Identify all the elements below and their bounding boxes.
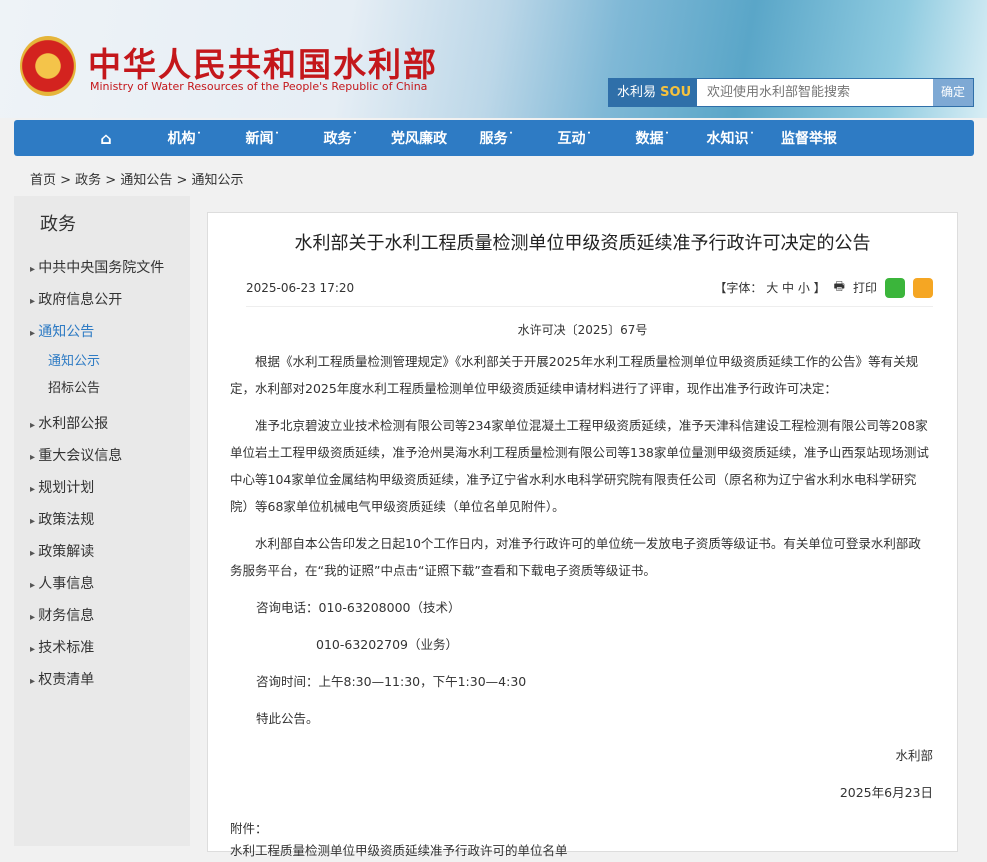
main-nav: ⌂ 机构˙ 新闻˙ 政务˙ 党风廉政 服务˙ 互动˙ 数据˙ 水知识˙ 监督举报 bbox=[14, 120, 974, 156]
nav-item[interactable]: 监督举报 bbox=[770, 128, 848, 148]
search-submit-button[interactable]: 确定 bbox=[933, 79, 973, 106]
article-meta: 2025-06-23 17:20 【字体： 大 中 小 】 🖶 打印 bbox=[246, 277, 933, 307]
contact-phone: 咨询电话：010-63208000（技术） bbox=[256, 600, 461, 615]
sidebar-item[interactable]: 财务信息 bbox=[14, 600, 190, 632]
nav-item[interactable]: 新闻˙ bbox=[224, 128, 302, 148]
sign-date: 2025年6月23日 bbox=[839, 785, 933, 800]
sidebar-item[interactable]: 权责清单 bbox=[14, 664, 190, 696]
sidebar-item[interactable]: 政策解读 bbox=[14, 536, 190, 568]
sidebar-title: 政务 bbox=[40, 214, 76, 235]
sidebar-item[interactable]: 技术标准 bbox=[14, 632, 190, 664]
attachment-link[interactable]: 水利工程质量检测单位甲级资质延续准予行政许可的单位名单 bbox=[230, 840, 957, 862]
search-brand: 水利易 SOU bbox=[609, 79, 697, 106]
search-brand-mark: SOU bbox=[660, 85, 692, 100]
search-bar: 水利易 SOU 确定 bbox=[608, 78, 974, 107]
sidebar-item[interactable]: 重大会议信息 bbox=[14, 440, 190, 472]
nav-item[interactable]: 政务˙ bbox=[302, 128, 380, 148]
font-size-controls[interactable]: 【字体： 大 中 小 】 bbox=[714, 279, 825, 296]
sidebar-item[interactable]: 水利部公报 bbox=[14, 408, 190, 440]
publish-date: 2025-06-23 17:20 bbox=[246, 280, 355, 295]
attachment-label: 附件： bbox=[230, 821, 268, 836]
site-title[interactable]: 中华人民共和国水利部 bbox=[88, 38, 438, 86]
article-title: 水利部关于水利工程质量检测单位甲级资质延续准予行政许可决定的公告 bbox=[294, 233, 871, 254]
sidebar-subitem[interactable]: 招标公告 bbox=[14, 375, 190, 402]
nav-item[interactable]: 数据˙ bbox=[614, 128, 692, 148]
site-title-en: Ministry of Water Resources of the Peopl… bbox=[90, 80, 428, 93]
search-input[interactable] bbox=[697, 79, 933, 106]
sidebar-subitem-active[interactable]: 通知公示 bbox=[14, 348, 190, 375]
sidebar-item[interactable]: 政策法规 bbox=[14, 504, 190, 536]
print-button[interactable]: 打印 bbox=[853, 279, 877, 296]
breadcrumb[interactable]: 首页 > 政务 > 通知公告 > 通知公示 bbox=[30, 169, 243, 188]
contact-hours: 咨询时间：上午8:30—11:30，下午1:30—4:30 bbox=[256, 674, 527, 689]
print-icon[interactable]: 🖶 bbox=[834, 277, 845, 298]
sidebar-item-active[interactable]: 通知公告 bbox=[14, 316, 190, 348]
sidebar-item[interactable]: 人事信息 bbox=[14, 568, 190, 600]
nav-item[interactable]: 服务˙ bbox=[458, 128, 536, 148]
search-brand-text: 水利易 bbox=[617, 85, 657, 100]
sidebar: 政务 中共中央国务院文件 政府信息公开 通知公告 通知公示 招标公告 水利部公报… bbox=[14, 196, 190, 846]
sidebar-item[interactable]: 中共中央国务院文件 bbox=[14, 252, 190, 284]
paragraph: 准予北京碧波立业技术检测有限公司等234家单位混凝土工程甲级资质延续，准予天津科… bbox=[230, 418, 929, 514]
weibo-share-icon[interactable] bbox=[913, 277, 933, 298]
closing: 特此公告。 bbox=[256, 711, 319, 726]
sidebar-item[interactable]: 规划计划 bbox=[14, 472, 190, 504]
nav-item[interactable]: 水知识˙ bbox=[692, 128, 770, 148]
site-header: 中华人民共和国水利部 Ministry of Water Resources o… bbox=[0, 0, 987, 118]
nav-item[interactable]: 机构˙ bbox=[146, 128, 224, 148]
document-number: 水许可决〔2025〕67号 bbox=[517, 323, 648, 337]
home-icon[interactable]: ⌂ bbox=[96, 129, 116, 148]
national-emblem-icon bbox=[20, 36, 76, 96]
nav-item[interactable]: 党风廉政 bbox=[380, 128, 458, 148]
nav-item[interactable]: 互动˙ bbox=[536, 128, 614, 148]
signer: 水利部 bbox=[895, 748, 933, 763]
sidebar-item[interactable]: 政府信息公开 bbox=[14, 284, 190, 316]
wechat-share-icon[interactable] bbox=[885, 277, 905, 298]
article: 水利部关于水利工程质量检测单位甲级资质延续准予行政许可决定的公告 2025-06… bbox=[207, 212, 958, 858]
paragraph: 水利部自本公告印发之日起10个工作日内，对准予行政许可的单位统一发放电子资质等级… bbox=[230, 536, 921, 578]
paragraph: 根据《水利工程质量检测管理规定》《水利部关于开展2025年水利工程质量检测单位甲… bbox=[230, 354, 919, 396]
contact-phone-2: 010-63202709（业务） bbox=[316, 637, 458, 652]
